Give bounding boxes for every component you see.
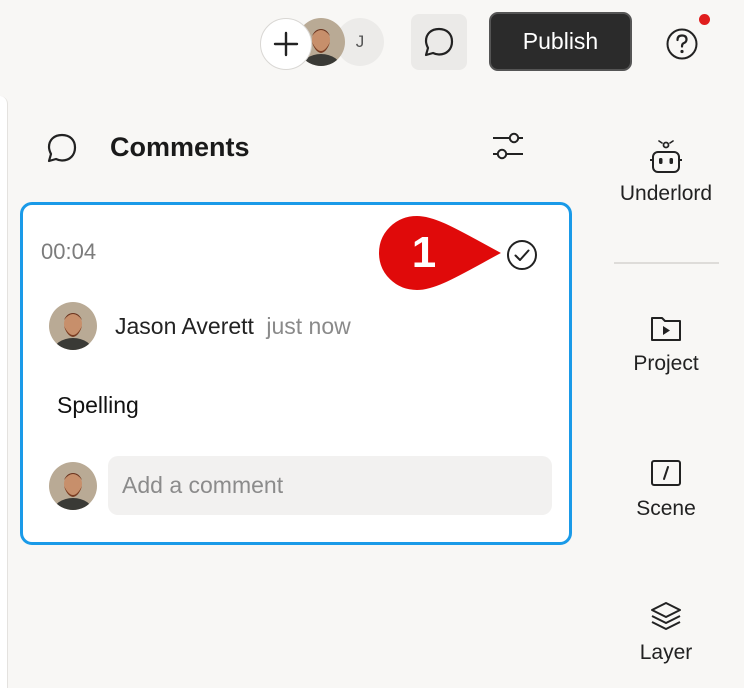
comment-author-name: Jason Averett [115,313,254,339]
rail-item-label: Project [633,352,699,375]
robot-icon [650,140,682,173]
rail-item-scene[interactable]: Scene [608,455,724,521]
resolve-check-icon[interactable] [505,238,539,272]
rail-item-label: Scene [636,497,696,520]
step-number: 1 [411,228,437,277]
comments-toggle-button[interactable] [411,14,467,70]
author-avatar [49,302,97,350]
filter-sliders-icon[interactable] [490,128,526,164]
comment-author-line: Jason Averett just now [115,313,351,340]
reply-comment-input[interactable] [108,456,552,515]
user-initial-label: J [355,32,365,51]
help-button[interactable] [664,26,700,62]
comments-title: Comments [110,132,250,162]
comment-timestamp[interactable]: 00:04 [41,239,96,265]
folder-play-icon [651,317,681,341]
chat-bubble-icon [424,27,454,57]
plus-icon [273,31,299,57]
avatar-portrait-icon [49,462,97,510]
comment-body: Spelling [57,392,139,418]
rail-item-project[interactable]: Project [608,310,724,376]
rail-item-label: Layer [639,641,693,664]
add-collaborator-button[interactable] [260,18,312,70]
rail-item-label: Underlord [619,182,713,205]
reply-avatar [49,462,97,510]
rail-item-underlord[interactable]: Underlord [608,140,724,206]
left-panel-edge [0,96,8,688]
scene-icon [651,460,681,486]
rail-item-layer[interactable]: Layer [608,599,724,665]
rail-divider [614,262,719,264]
avatar-portrait-icon [49,302,97,350]
comment-bubble-icon [47,133,77,163]
help-icon [666,28,698,60]
comment-time-ago: just now [266,313,351,339]
publish-button[interactable]: Publish [489,12,632,71]
notification-dot [699,14,710,25]
layers-icon [651,602,681,630]
